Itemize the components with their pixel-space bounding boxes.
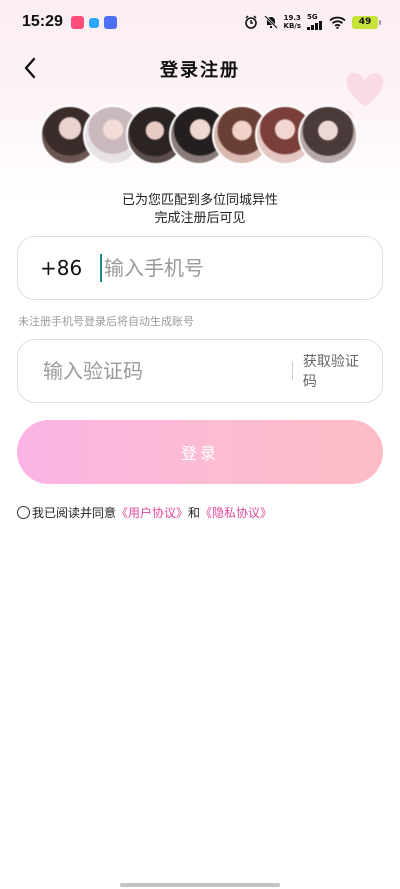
signal-bars-icon <box>307 21 322 30</box>
status-time: 15:29 <box>22 13 63 30</box>
page-title: 登录注册 <box>160 60 240 81</box>
app-notification-icon <box>103 15 117 29</box>
phone-input[interactable] <box>102 256 382 280</box>
match-message: 已为您匹配到多位同城异性 完成注册后可见 <box>0 192 400 228</box>
login-button[interactable]: 登录 <box>17 420 383 484</box>
agreement-conjunction: 和 <box>188 506 201 520</box>
net-speed: 19.3 KB/s <box>284 14 301 30</box>
privacy-policy-link[interactable]: 《隐私协议》 <box>200 504 272 521</box>
status-indicators: 19.3 KB/s 5G 49 <box>244 14 381 30</box>
match-message-line2: 完成注册后可见 <box>154 211 246 226</box>
mute-bell-icon <box>263 15 278 29</box>
app-notification-icon <box>88 17 99 28</box>
page-header: 登录注册 <box>0 48 400 88</box>
app-notification-icon <box>70 15 84 29</box>
country-code[interactable]: +86 <box>40 256 98 280</box>
match-message-line1: 已为您匹配到多位同城异性 <box>121 193 278 208</box>
battery-indicator: 49 <box>352 15 381 29</box>
net-type: 5G <box>307 13 318 21</box>
avatar <box>298 105 358 165</box>
matched-avatars <box>40 105 370 167</box>
wifi-icon <box>329 16 346 29</box>
user-agreement-link[interactable]: 《用户协议》 <box>116 504 188 521</box>
verification-code-input[interactable] <box>18 359 292 383</box>
auto-register-hint: 未注册手机号登录后将自动生成账号 <box>18 315 194 328</box>
agreement-row: 我已阅读并同意 《用户协议》 和 《隐私协议》 <box>17 504 272 521</box>
net-speed-value: 19.3 <box>283 14 301 22</box>
get-code-button[interactable]: 获取验证码 <box>293 351 382 391</box>
verification-code-field[interactable]: 获取验证码 <box>17 339 383 403</box>
net-speed-unit: KB/s <box>283 22 301 30</box>
agreement-checkbox[interactable] <box>17 506 30 519</box>
notification-app-icons <box>70 15 117 29</box>
cellular-signal: 5G <box>307 14 323 30</box>
agreement-prefix: 我已阅读并同意 <box>32 506 117 520</box>
home-indicator[interactable] <box>120 883 280 887</box>
phone-field[interactable]: +86 <box>17 236 383 300</box>
status-bar: 15:29 19.3 KB/s 5G 49 <box>0 0 400 44</box>
alarm-icon <box>244 15 257 29</box>
